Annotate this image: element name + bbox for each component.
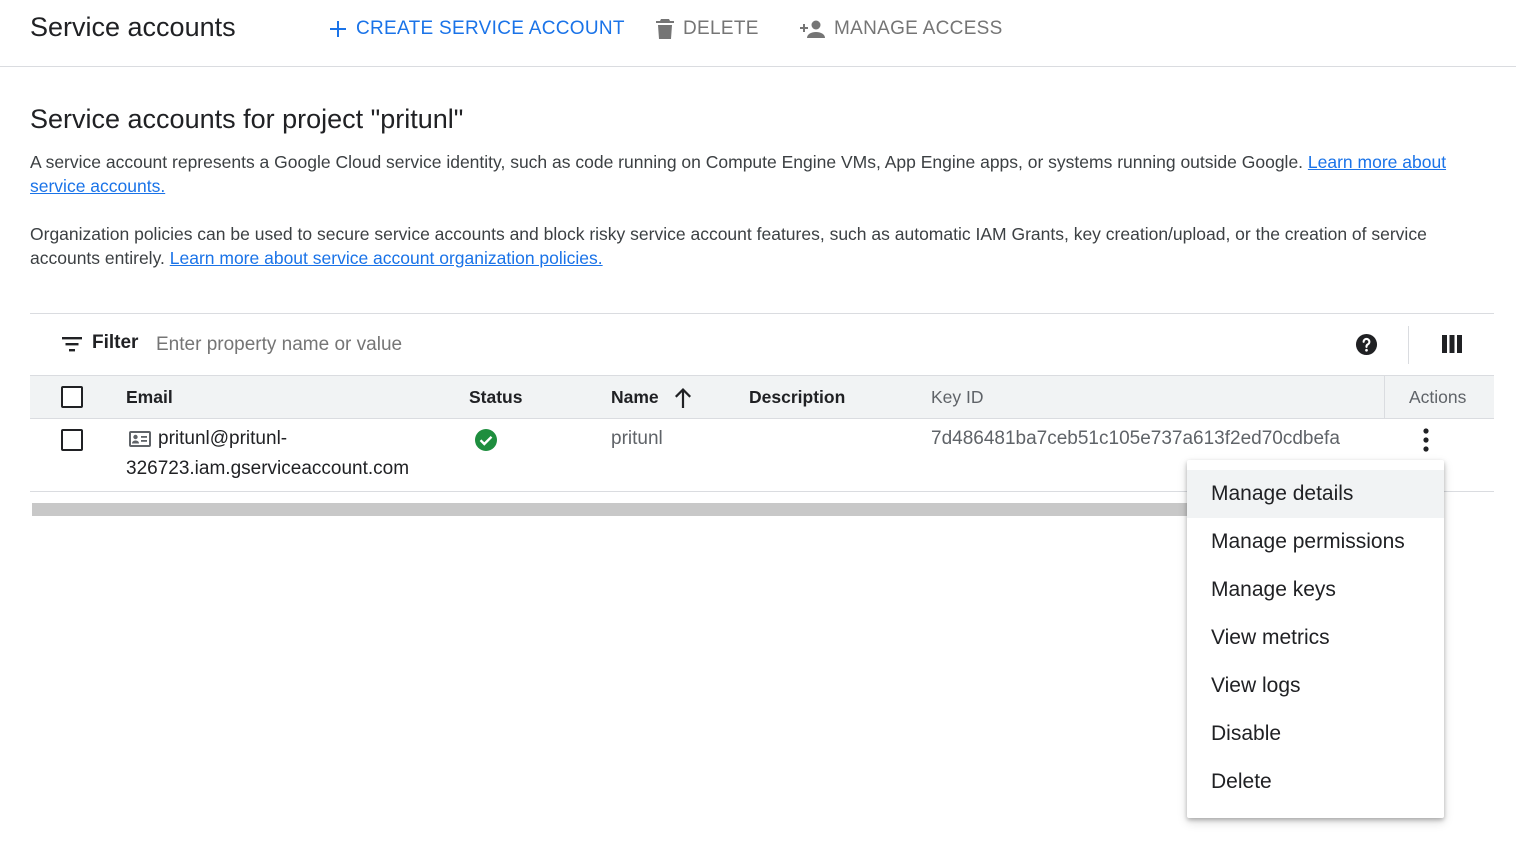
person-add-icon [800,20,825,38]
select-all-checkbox[interactable] [61,386,83,408]
trash-icon [656,19,674,39]
column-key-id[interactable]: Key ID [931,387,984,408]
section-title: Service accounts for project "pritunl" [30,104,464,134]
row-key-id: 7d486481ba7ceb51c105e737a613f2ed70cdbefa [931,428,1340,449]
create-service-account-label: CREATE SERVICE ACCOUNT [356,18,625,39]
menu-item-delete[interactable]: Delete [1187,758,1444,806]
create-service-account-button[interactable]: CREATE SERVICE ACCOUNT [328,14,625,44]
filter-input[interactable] [156,330,1056,360]
column-status[interactable]: Status [469,387,522,408]
email-line-2[interactable]: 326723.iam.gserviceaccount.com [126,454,409,484]
column-display-icon[interactable] [1442,335,1462,353]
column-email[interactable]: Email [126,387,173,408]
service-account-icon [129,431,151,447]
help-icon[interactable] [1355,333,1378,356]
learn-more-org-policies-link[interactable]: Learn more about service account organiz… [170,248,603,268]
row-actions-menu: Manage details Manage permissions Manage… [1187,460,1444,818]
menu-item-manage-permissions[interactable]: Manage permissions [1187,518,1444,566]
column-description[interactable]: Description [749,387,845,408]
menu-item-manage-details[interactable]: Manage details [1187,470,1444,518]
page-title: Service accounts [30,12,236,42]
menu-item-view-logs[interactable]: View logs [1187,662,1444,710]
row-name: pritunl [611,428,663,449]
manage-access-label: MANAGE ACCESS [834,18,1003,39]
intro-text: A service account represents a Google Cl… [30,152,1308,172]
plus-icon [330,21,346,37]
column-actions: Actions [1384,376,1494,418]
manage-access-button[interactable]: MANAGE ACCESS [800,14,1003,44]
table-header: Email Status Name Description Key ID Act… [30,375,1494,419]
column-name[interactable]: Name [611,387,659,408]
top-toolbar: Service accounts CREATE SERVICE ACCOUNT … [0,0,1516,67]
filter-icon[interactable] [62,336,82,352]
policy-paragraph: Organization policies can be used to sec… [30,222,1490,270]
delete-label: DELETE [683,18,759,39]
more-actions-icon[interactable] [1416,427,1456,457]
menu-item-manage-keys[interactable]: Manage keys [1187,566,1444,614]
sort-ascending-icon[interactable] [673,387,693,409]
status-enabled-icon [475,429,497,451]
horizontal-scrollbar[interactable] [32,503,1188,516]
delete-button[interactable]: DELETE [655,14,759,44]
menu-item-disable[interactable]: Disable [1187,710,1444,758]
filter-bar: Filter [30,313,1494,375]
menu-item-view-metrics[interactable]: View metrics [1187,614,1444,662]
toolbar-divider [1408,326,1409,364]
email-line-1[interactable]: pritunl@pritunl- [158,424,287,454]
intro-paragraph: A service account represents a Google Cl… [30,150,1490,198]
row-checkbox[interactable] [61,429,83,451]
filter-label: Filter [92,332,139,353]
